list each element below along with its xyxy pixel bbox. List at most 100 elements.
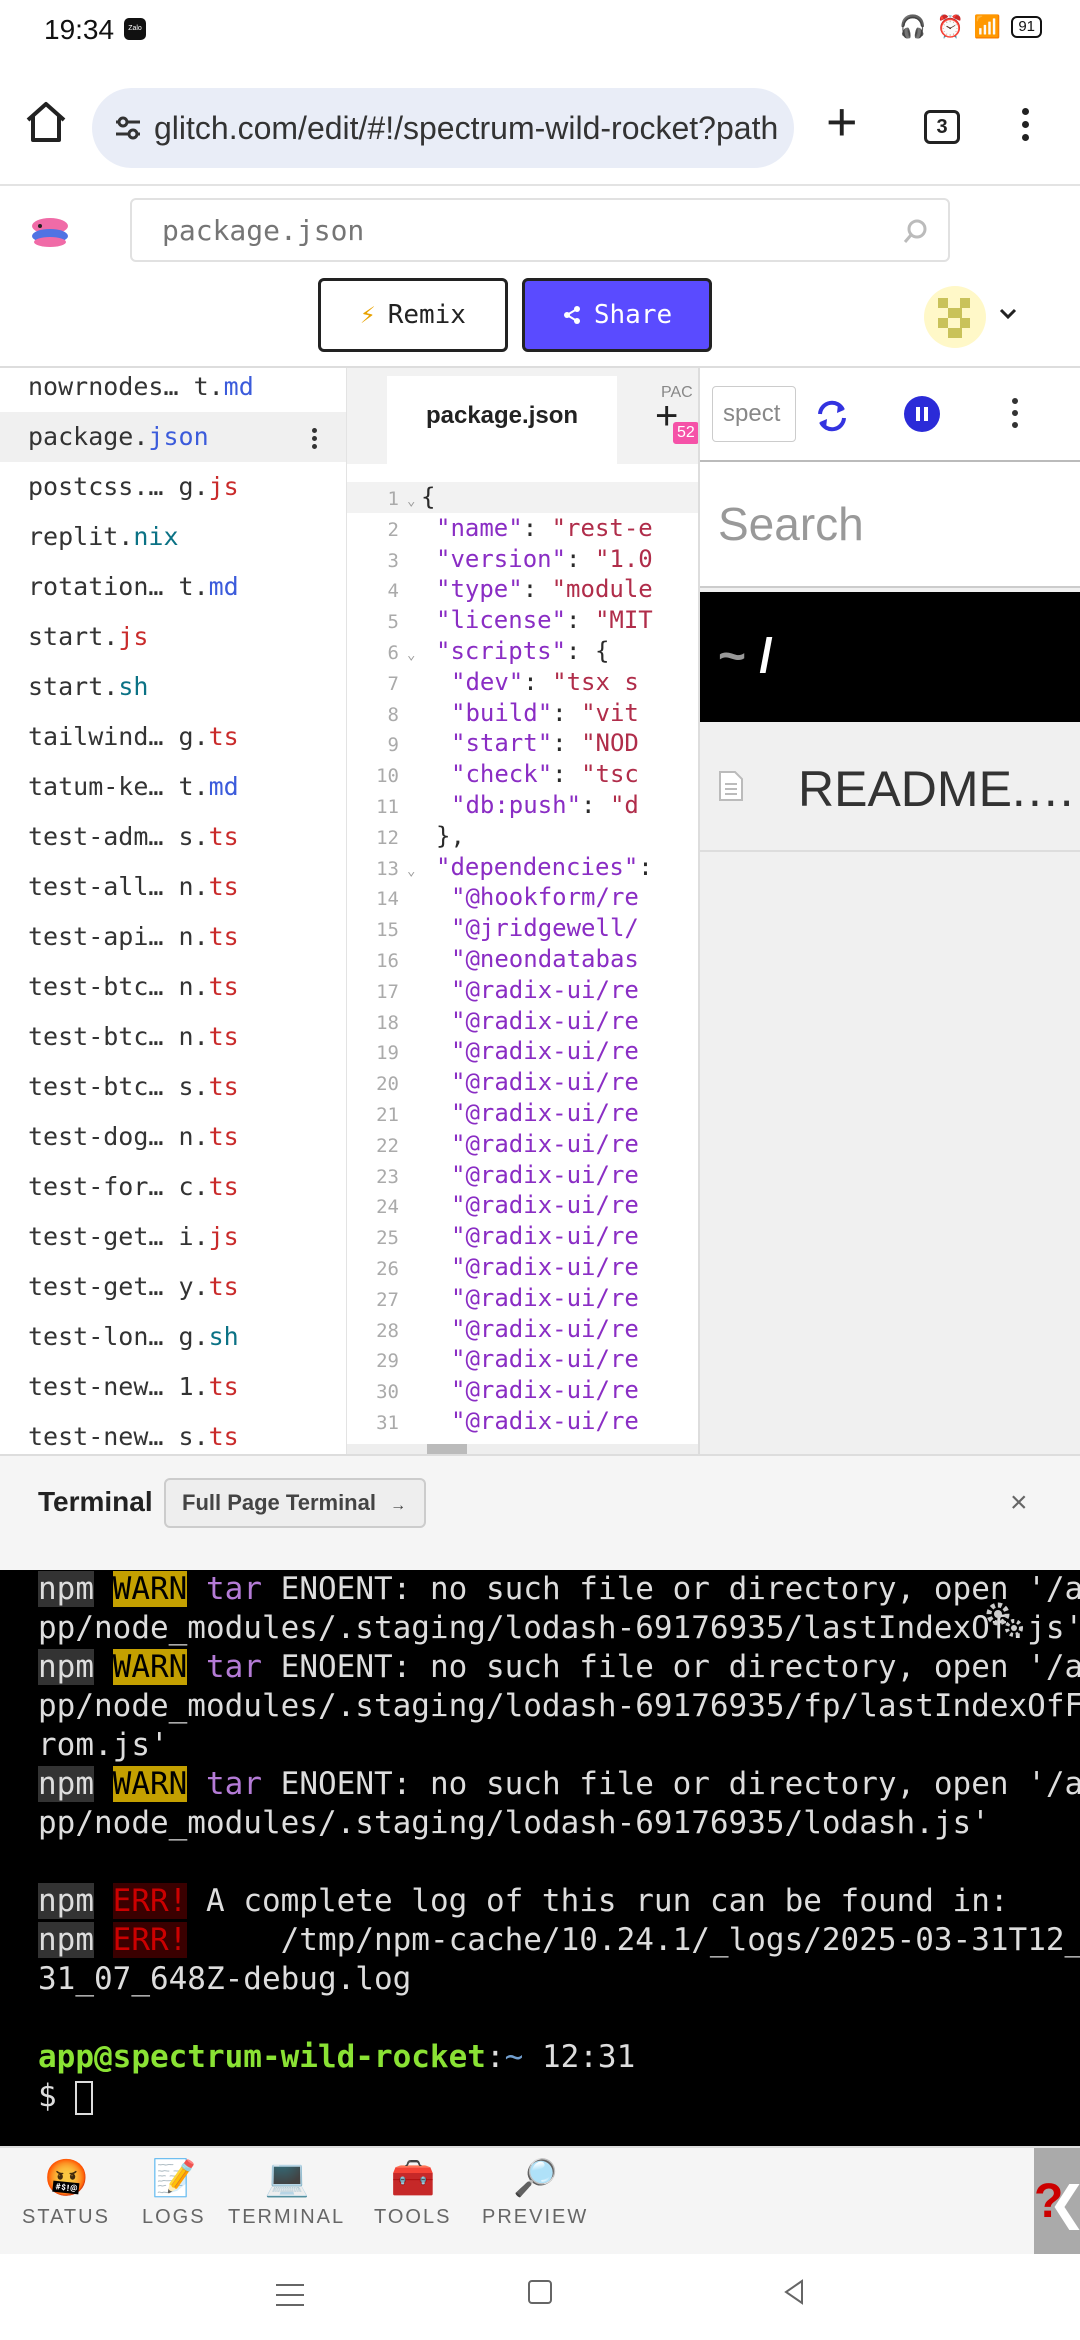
android-nav-bar — [0, 2254, 1080, 2340]
file-search-input[interactable] — [132, 200, 872, 260]
code-line[interactable]: 20 "@radix-ui/re — [347, 1067, 698, 1098]
code-line[interactable]: 12}, — [347, 821, 698, 852]
code-line[interactable]: 10 "check": "tsc — [347, 759, 698, 790]
code-line[interactable]: 4 "type": "module — [347, 574, 698, 605]
tab-package-json[interactable]: package.json — [387, 376, 617, 464]
back-icon[interactable] — [780, 2278, 808, 2306]
file-tree-item[interactable]: test-new… s.ts — [0, 1412, 346, 1454]
code-line[interactable]: 21 "@radix-ui/re — [347, 1098, 698, 1129]
code-line[interactable]: 31 "@radix-ui/re — [347, 1406, 698, 1437]
pause-icon[interactable] — [904, 396, 940, 432]
file-tree-item[interactable]: test-lon… g.sh — [0, 1312, 346, 1362]
file-tree-item[interactable]: tailwind… g.ts — [0, 712, 346, 762]
toolbar-label: TERMINAL — [228, 2206, 346, 2228]
preview-file-row[interactable]: README.… — [700, 722, 1080, 852]
file-tree-item[interactable]: test-new… 1.ts — [0, 1362, 346, 1412]
full-page-terminal-button[interactable]: Full Page Terminal → — [164, 1478, 426, 1528]
file-tree-item[interactable]: test-btc… n.ts — [0, 962, 346, 1012]
code-line[interactable]: 8 "build": "vit — [347, 698, 698, 729]
recent-apps-icon[interactable] — [276, 2284, 304, 2314]
file-tree-item[interactable]: test-for… c.ts — [0, 1162, 346, 1212]
code-line[interactable]: 30 "@radix-ui/re — [347, 1375, 698, 1406]
code-area[interactable]: 1 ⌄{2 "name": "rest-e 3 "version": "1.0 4 "typ… — [347, 482, 698, 1437]
code-line[interactable]: 14 "@hookform/re — [347, 882, 698, 913]
file-tree-item[interactable]: replit.nix — [0, 512, 346, 562]
file-tree-item[interactable]: test-adm… s.ts — [0, 812, 346, 862]
help-tab[interactable]: ? ❮ — [1034, 2148, 1080, 2256]
code-line[interactable]: 1 ⌄{ — [347, 482, 698, 513]
remix-button[interactable]: ⚡ Remix — [318, 278, 508, 352]
terminal-cursor[interactable] — [75, 2080, 94, 2115]
file-tree-item[interactable]: test-get… i.js — [0, 1212, 346, 1262]
code-line[interactable]: 22 "@radix-ui/re — [347, 1129, 698, 1160]
browser-menu-icon[interactable] — [1022, 108, 1032, 147]
file-tree-item[interactable]: test-all… n.ts — [0, 862, 346, 912]
file-tree-item[interactable]: start.js — [0, 612, 346, 662]
code-line[interactable]: 18 "@radix-ui/re — [347, 1006, 698, 1037]
terminal-line: npm WARN tar ENOENT: no such file or dir… — [38, 1570, 1080, 1609]
file-tree-item[interactable]: tatum-ke… t.md — [0, 762, 346, 812]
glitch-logo-icon[interactable] — [28, 212, 74, 252]
code-line[interactable]: 7 "dev": "tsx s — [347, 667, 698, 698]
code-line[interactable]: 16 "@neondatabas — [347, 944, 698, 975]
file-tree-item[interactable]: rotation… t.md — [0, 562, 346, 612]
code-editor[interactable]: package.json PAC + 52 1 ⌄{2 "name": "rest-… — [346, 368, 698, 1454]
file-tree-item[interactable]: test-btc… n.ts — [0, 1012, 346, 1062]
code-line[interactable]: 3 "version": "1.0 — [347, 544, 698, 575]
share-button[interactable]: Share — [522, 278, 712, 352]
file-tree-item[interactable]: test-get… y.ts — [0, 1262, 346, 1312]
file-tree-item[interactable]: nowrnodes… t.md — [0, 368, 346, 412]
code-line[interactable]: 29 "@radix-ui/re — [347, 1344, 698, 1375]
code-line[interactable]: 5 "license": "MIT — [347, 605, 698, 636]
file-tree-item[interactable]: test-btc… s.ts — [0, 1062, 346, 1112]
address-bar[interactable]: glitch.com/edit/#!/spectrum-wild-rocket?… — [92, 88, 794, 168]
home-nav-icon[interactable] — [528, 2280, 552, 2304]
file-options-icon[interactable] — [312, 428, 318, 452]
file-search-field[interactable] — [130, 198, 950, 262]
code-line[interactable]: 17 "@radix-ui/re — [347, 975, 698, 1006]
code-line[interactable]: 15 "@jridgewell/ — [347, 913, 698, 944]
file-tree-item[interactable]: test-dog… n.ts — [0, 1112, 346, 1162]
file-tree-item[interactable]: postcss.… g.js — [0, 462, 346, 512]
code-line[interactable]: 23 "@radix-ui/re — [347, 1160, 698, 1191]
terminal-output[interactable]: npm WARN tar ENOENT: no such file or dir… — [0, 1570, 1080, 2146]
toolbar-preview-button[interactable]: 🔎 PREVIEW — [482, 2156, 588, 2229]
code-line[interactable]: 26 "@radix-ui/re — [347, 1252, 698, 1283]
code-line[interactable]: 19 "@radix-ui/re — [347, 1036, 698, 1067]
chevron-down-icon[interactable] — [996, 302, 1020, 326]
prompt-line[interactable]: $ — [38, 2077, 1080, 2116]
code-line[interactable]: 6 ⌄ "scripts": { — [347, 636, 698, 667]
refresh-icon[interactable] — [812, 396, 852, 436]
toolbar-tools-button[interactable]: 🧰 TOOLS — [374, 2156, 451, 2229]
toolbar-logs-button[interactable]: 📝 LOGS — [142, 2156, 206, 2229]
url-text[interactable]: glitch.com/edit/#!/spectrum-wild-rocket?… — [154, 110, 784, 147]
code-line[interactable]: 28 "@radix-ui/re — [347, 1314, 698, 1345]
code-line[interactable]: 2 "name": "rest-e — [347, 513, 698, 544]
new-tab-button[interactable]: + — [826, 95, 858, 149]
code-line[interactable]: 11 "db:push": "d — [347, 790, 698, 821]
file-tree-item[interactable]: test-api… n.ts — [0, 912, 346, 962]
tab-switcher-button[interactable]: 3 — [924, 110, 960, 144]
preview-menu-icon[interactable] — [1012, 398, 1020, 434]
code-line[interactable]: 27 "@radix-ui/re — [347, 1283, 698, 1314]
file-tree-item[interactable]: package.json — [0, 412, 346, 462]
toolbar-status-button[interactable]: 🤬 STATUS — [22, 2156, 110, 2229]
file-name-suffix: g. — [163, 722, 209, 751]
close-terminal-button[interactable]: × — [1010, 1486, 1028, 1520]
preview-url-field[interactable]: spect — [712, 386, 796, 442]
code-line[interactable]: 13 ⌄ "dependencies": — [347, 852, 698, 883]
toolbar-terminal-button[interactable]: 💻 TERMINAL — [228, 2156, 345, 2229]
avatar[interactable] — [924, 286, 986, 348]
browser-toolbar: glitch.com/edit/#!/spectrum-wild-rocket?… — [0, 58, 1080, 186]
terminal-text: ENOENT: no such file or directory, open … — [262, 1571, 1080, 1607]
file-tree-item[interactable]: start.sh — [0, 662, 346, 712]
code-line[interactable]: 25 "@radix-ui/re — [347, 1221, 698, 1252]
code-line[interactable]: 9 "start": "NOD — [347, 728, 698, 759]
preview-search-input[interactable]: Search — [700, 462, 1080, 588]
site-settings-icon[interactable] — [112, 112, 144, 144]
horizontal-scrollbar[interactable] — [347, 1444, 698, 1454]
gear-icon[interactable] — [982, 1598, 1026, 1642]
code-line[interactable]: 24 "@radix-ui/re — [347, 1190, 698, 1221]
home-icon[interactable] — [20, 96, 72, 148]
arrow-right-icon: → — [390, 1497, 407, 1514]
